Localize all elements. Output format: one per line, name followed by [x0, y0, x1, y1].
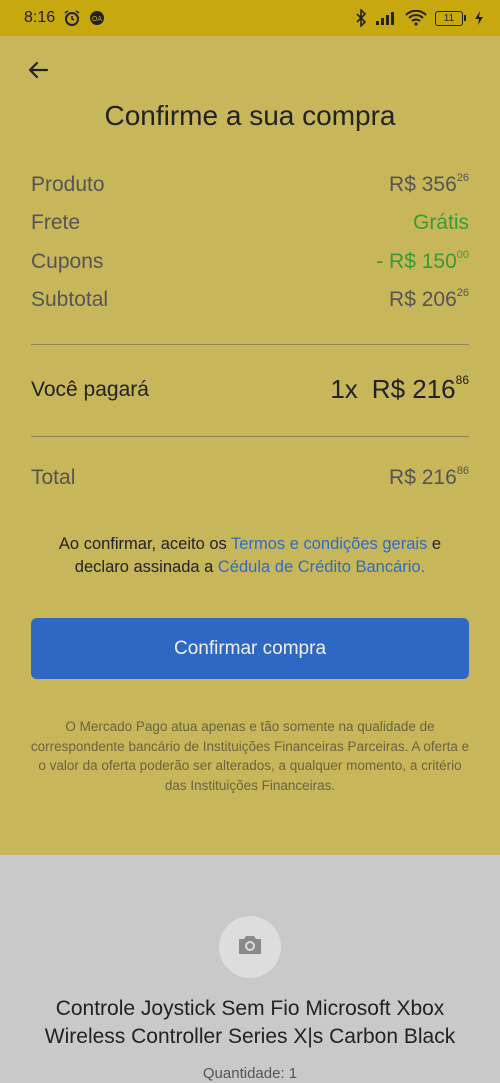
summary-label: Cupons	[31, 250, 104, 273]
product-photo	[219, 916, 281, 978]
divider	[31, 344, 469, 345]
summary-value: R$ 20626	[389, 287, 469, 311]
summary-row-subtotal: Subtotal R$ 20626	[31, 287, 469, 312]
divider	[31, 436, 469, 437]
total-value: R$ 21686	[389, 465, 469, 489]
summary-row-coupons: Cupons - R$ 15000	[31, 249, 469, 274]
charging-icon	[474, 10, 484, 26]
confirm-purchase-button[interactable]: Confirmar compra	[31, 618, 469, 679]
summary-value: - R$ 15000	[376, 249, 469, 273]
summary-label: Produto	[31, 173, 105, 196]
status-bar: 8:16 OA 11	[0, 0, 500, 36]
payment-label: Você pagará	[31, 377, 149, 401]
summary-value: R$ 35626	[389, 172, 469, 196]
bluetooth-icon	[355, 9, 367, 27]
product-quantity: Quantidade: 1	[202, 1065, 298, 1082]
svg-text:OA: OA	[92, 15, 102, 23]
app-notification-icon: OA	[89, 10, 105, 26]
arrow-left-icon	[26, 58, 50, 87]
product-panel: Controle Joystick Sem Fio Microsoft Xbox…	[0, 855, 500, 1083]
summary-row-shipping: Frete Grátis	[31, 211, 469, 235]
confirm-purchase-label: Confirmar compra	[173, 637, 327, 659]
back-button[interactable]	[24, 58, 52, 86]
alarm-icon	[63, 9, 81, 27]
payment-row: Você pagará 1x R$ 21686	[31, 373, 469, 405]
terms-text: Ao confirmar, aceito os Termos e condiçõ…	[58, 535, 442, 576]
signal-icon	[375, 10, 397, 26]
summary-label: Subtotal	[31, 288, 109, 311]
payment-amount: 1x R$ 21686	[330, 373, 469, 404]
purchase-confirmation-sheet: Confirme a sua compra Produto R$ 35626 F…	[0, 36, 500, 855]
camera-icon	[236, 933, 264, 962]
terms-link[interactable]: Termos e condições gerais	[231, 535, 427, 553]
battery-icon: 11	[435, 10, 466, 26]
total-label: Total	[31, 466, 76, 489]
summary-row-product: Produto R$ 35626	[31, 172, 469, 197]
page-title: Confirme a sua compra	[104, 100, 396, 131]
status-time: 8:16	[24, 9, 56, 26]
total-row: Total R$ 21686	[31, 465, 469, 490]
summary-value: Grátis	[412, 211, 469, 234]
battery-level: 11	[435, 10, 463, 26]
credit-note-link[interactable]: Cédula de Crédito Bancário.	[218, 558, 425, 576]
disclaimer-text: O Mercado Pago atua apenas e tão somente…	[30, 719, 470, 793]
wifi-icon	[405, 10, 427, 26]
summary-label: Frete	[31, 211, 81, 234]
product-name: Controle Joystick Sem Fio Microsoft Xbox…	[44, 997, 456, 1048]
installments: 1x	[330, 374, 358, 404]
